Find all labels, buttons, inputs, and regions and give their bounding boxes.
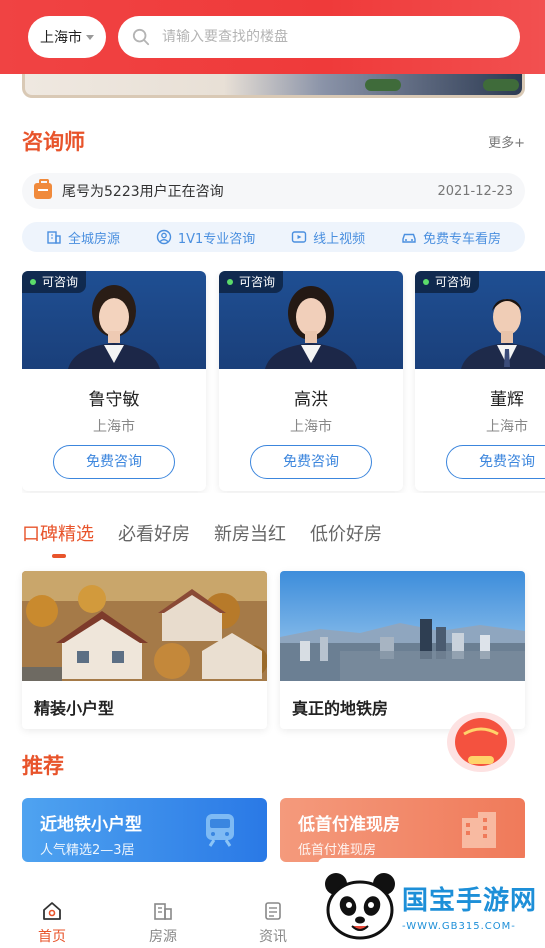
consultant-section-title: 咨询师 bbox=[22, 130, 85, 154]
watermark: 国宝手游网 -WWW.GB315.COM- bbox=[318, 858, 545, 948]
train-icon bbox=[206, 814, 234, 847]
feature-label: 全城房源 bbox=[67, 231, 120, 247]
feature-label: 线上视频 bbox=[313, 231, 366, 247]
feature-video[interactable]: 线上视频 bbox=[291, 228, 365, 247]
video-icon bbox=[291, 231, 307, 243]
building-icon bbox=[462, 812, 496, 848]
feature-label: 免费专车看房 bbox=[423, 231, 502, 247]
document-icon bbox=[265, 902, 281, 920]
free-consult-button[interactable]: 免费咨询 bbox=[250, 445, 372, 479]
recommend-metro-card[interactable]: 近地铁小户型 人气精选2—3居 bbox=[22, 798, 267, 862]
listing-tabs: 口碑精选 必看好房 新房当红 低价好房 bbox=[22, 520, 406, 558]
search-bar[interactable] bbox=[118, 16, 520, 58]
feature-strip: 全城房源 1V1专业咨询 线上视频 免费专车看房 bbox=[22, 222, 525, 252]
tab-new-hot[interactable]: 新房当红 bbox=[214, 520, 286, 546]
available-tag: 可咨询 bbox=[415, 271, 480, 293]
feature-label: 1V1专业咨询 bbox=[177, 231, 256, 247]
available-tag: 可咨询 bbox=[22, 271, 87, 293]
consultant-card[interactable]: 可咨询 董辉 上海市 免费咨询 bbox=[415, 271, 545, 491]
consultant-card[interactable]: 可咨询 鲁守敏 上海市 免费咨询 bbox=[22, 271, 206, 491]
nav-home[interactable]: 首页 bbox=[22, 900, 82, 946]
car-icon bbox=[402, 233, 416, 243]
consultant-name: 鲁守敏 bbox=[88, 390, 140, 410]
pick-image bbox=[22, 571, 267, 681]
consultant-card[interactable]: 可咨询 高洪 上海市 免费咨询 bbox=[219, 271, 403, 491]
consultant-photo: 可咨询 bbox=[415, 271, 545, 369]
search-icon bbox=[132, 28, 150, 46]
pick-image bbox=[280, 571, 525, 681]
watermark-text: 国宝手游网 -WWW.GB315.COM- bbox=[402, 880, 537, 932]
tab-low-price[interactable]: 低价好房 bbox=[310, 520, 382, 546]
feature-one-on-one[interactable]: 1V1专业咨询 bbox=[156, 228, 255, 247]
building-icon bbox=[47, 231, 61, 244]
pick-card[interactable]: 精装小户型 bbox=[22, 571, 267, 729]
watermark-brand: 国宝手游网 bbox=[402, 886, 538, 916]
banner-bush bbox=[483, 79, 519, 91]
panda-logo-icon bbox=[325, 873, 395, 940]
nav-label: 资讯 bbox=[259, 929, 287, 945]
search-input[interactable] bbox=[162, 29, 482, 45]
nav-label: 首页 bbox=[38, 929, 66, 945]
free-consult-button[interactable]: 免费咨询 bbox=[53, 445, 175, 479]
notice-text: 尾号为5223用户正在咨询 bbox=[62, 184, 224, 200]
feature-free-car[interactable]: 免费专车看房 bbox=[401, 228, 501, 247]
consultant-cards: 可咨询 鲁守敏 上海市 免费咨询 可咨询 高洪 上海市 免费咨询 可咨询 董辉 … bbox=[22, 271, 545, 493]
building-icon bbox=[154, 903, 172, 920]
app-screen: 上海市 咨询师 更多+ 尾号为5223用户正在咨询 2021-12-23 全城房… bbox=[0, 0, 545, 948]
pick-label: 精装小户型 bbox=[34, 699, 115, 718]
nav-news[interactable]: 资讯 bbox=[243, 900, 303, 946]
consult-notice: 尾号为5223用户正在咨询 2021-12-23 bbox=[22, 173, 525, 209]
tab-reputation-picks[interactable]: 口碑精选 bbox=[22, 520, 94, 558]
watermark-url: -WWW.GB315.COM- bbox=[402, 921, 516, 932]
available-tag: 可咨询 bbox=[219, 271, 284, 293]
briefcase-icon bbox=[34, 179, 52, 199]
home-icon bbox=[43, 902, 61, 920]
banner-bush bbox=[365, 79, 401, 91]
consultant-photo: 可咨询 bbox=[22, 271, 206, 369]
caret-down-icon bbox=[86, 34, 94, 40]
consultant-photo: 可咨询 bbox=[219, 271, 403, 369]
more-link[interactable]: 更多+ bbox=[488, 132, 525, 151]
free-consult-button[interactable]: 免费咨询 bbox=[446, 445, 545, 479]
consultant-city: 上海市 bbox=[290, 419, 332, 435]
recommend-section-title: 推荐 bbox=[22, 754, 64, 778]
city-selector[interactable]: 上海市 bbox=[28, 16, 106, 58]
top-header: 上海市 bbox=[0, 0, 545, 74]
consultant-city: 上海市 bbox=[486, 419, 528, 435]
nav-listings[interactable]: 房源 bbox=[133, 900, 193, 946]
feature-all-listings[interactable]: 全城房源 bbox=[46, 228, 120, 247]
nav-label: 房源 bbox=[149, 929, 177, 945]
tab-must-see[interactable]: 必看好房 bbox=[118, 520, 190, 546]
consultant-name: 董辉 bbox=[490, 390, 524, 410]
user-icon bbox=[156, 229, 172, 245]
consultant-city: 上海市 bbox=[93, 419, 135, 435]
consultant-name: 高洪 bbox=[294, 390, 328, 410]
notice-date: 2021-12-23 bbox=[437, 183, 513, 199]
city-label: 上海市 bbox=[40, 30, 82, 46]
red-packet-icon[interactable] bbox=[444, 706, 518, 776]
recommend-low-downpayment-card[interactable]: 低首付准现房 低首付准现房 bbox=[280, 798, 525, 862]
